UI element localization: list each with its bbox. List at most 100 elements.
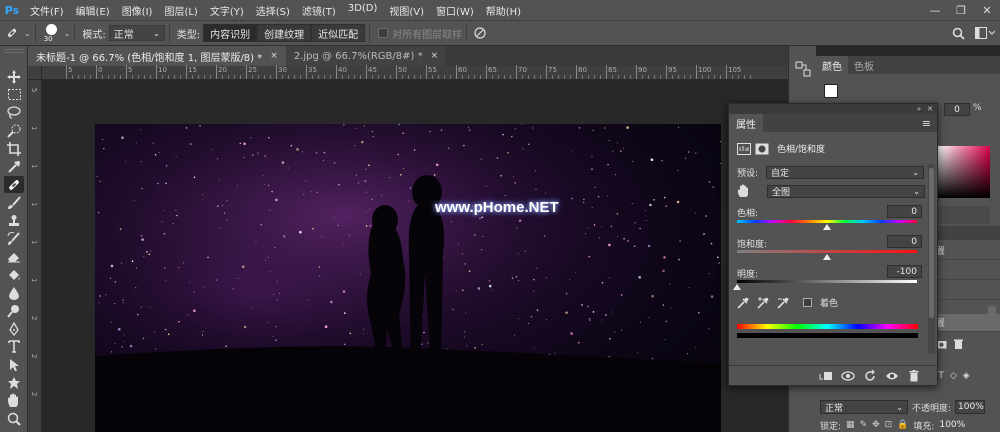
search-icon[interactable] <box>946 23 970 43</box>
hue-slider-thumb[interactable] <box>823 224 831 230</box>
paint-bucket-tool-icon[interactable] <box>4 266 24 283</box>
lightness-field[interactable]: -100 <box>887 265 922 278</box>
fill-field[interactable]: 100% <box>939 420 965 430</box>
on-image-adjust-hand-icon[interactable] <box>737 184 751 198</box>
properties-titlebar[interactable]: » ✕ <box>729 104 937 114</box>
tab-properties[interactable]: 属性 <box>729 114 763 132</box>
saturation-slider-thumb[interactable] <box>823 254 831 260</box>
tool-preset-chevron-icon[interactable]: ⌄ <box>24 29 31 38</box>
pressure-size-icon[interactable] <box>471 24 489 42</box>
delete-adjustment-icon[interactable] <box>905 369 923 383</box>
layer-row[interactable] <box>928 262 1000 280</box>
filter-shape-icon[interactable]: ◇ <box>950 371 957 381</box>
move-tool-icon[interactable] <box>4 68 24 85</box>
menu-image[interactable]: 图像(I) <box>116 3 159 18</box>
reset-icon[interactable] <box>861 369 879 383</box>
document-tab-untitled[interactable]: 未标题-1 @ 66.7% (色相/饱和度 1, 图层蒙版/8) * × <box>28 46 286 66</box>
lock-position-icon[interactable]: ✥ <box>872 420 880 430</box>
menu-type[interactable]: 文字(Y) <box>204 3 250 18</box>
menu-edit[interactable]: 编辑(E) <box>70 3 116 18</box>
spot-healing-brush-tool-icon[interactable] <box>4 176 24 193</box>
menu-filter[interactable]: 滤镜(T) <box>296 3 342 18</box>
panel-menu-icon[interactable]: ≡ <box>916 114 937 132</box>
menu-file[interactable]: 文件(F) <box>24 3 70 18</box>
mode-select[interactable]: 正常 ⌄ <box>108 25 165 41</box>
marquee-tool-icon[interactable] <box>4 86 24 103</box>
lasso-tool-icon[interactable] <box>4 104 24 121</box>
color-value-field[interactable]: 0 <box>944 103 970 116</box>
lock-transparent-icon[interactable]: ▦ <box>846 420 855 430</box>
saturation-slider-track[interactable] <box>737 250 917 253</box>
close-panel-icon[interactable]: ✕ <box>927 105 933 113</box>
view-previous-state-icon[interactable] <box>839 369 857 383</box>
menu-3d[interactable]: 3D(D) <box>342 3 384 18</box>
collapse-panel-icon[interactable]: » <box>917 105 921 113</box>
workspace-switcher-icon[interactable] <box>970 23 1000 43</box>
toolbar-grip[interactable] <box>4 49 24 53</box>
history-brush-tool-icon[interactable] <box>4 230 24 247</box>
preset-select[interactable]: 自定 ⌄ <box>766 166 925 179</box>
filter-type-icon[interactable]: T <box>938 371 944 381</box>
hue-slider-track[interactable] <box>737 220 917 223</box>
foreground-color-swatch[interactable] <box>824 84 838 98</box>
content-aware-button[interactable]: 内容识别 <box>203 24 258 42</box>
adjustment-layer-icon[interactable] <box>737 142 751 155</box>
tab-color[interactable]: 颜色 <box>816 56 848 74</box>
menu-select[interactable]: 选择(S) <box>250 3 296 18</box>
pen-tool-icon[interactable] <box>4 320 24 337</box>
menu-view[interactable]: 视图(V) <box>383 3 430 18</box>
crop-tool-icon[interactable] <box>4 140 24 157</box>
brush-tool-icon[interactable] <box>4 194 24 211</box>
hand-tool-icon[interactable] <box>4 392 24 409</box>
horizontal-ruler[interactable]: 5 0 5 10 15 20 25 30 35 40 45 50 55 60 65 70 75 80 85 90 95 1… <box>28 65 788 80</box>
lock-all-icon[interactable]: 🔒 <box>897 420 908 430</box>
properties-scrollbar-thumb[interactable] <box>929 168 934 318</box>
type-tool-icon[interactable] <box>4 338 24 355</box>
layer-mask-icon[interactable] <box>755 143 769 155</box>
proximity-match-button[interactable]: 近似匹配 <box>311 24 366 42</box>
document-tab-2jpg[interactable]: 2.jpg @ 66.7%(RGB/8#) * × <box>285 46 447 66</box>
custom-shape-tool-icon[interactable] <box>4 374 24 391</box>
brush-preset-picker[interactable]: 30 <box>40 22 64 44</box>
ruler-origin[interactable] <box>28 66 42 80</box>
filter-smart-icon[interactable]: ◈ <box>963 371 970 381</box>
healing-brush-icon[interactable] <box>0 23 24 43</box>
lock-image-icon[interactable]: ✎ <box>860 420 868 430</box>
close-tab-icon[interactable]: × <box>270 51 278 61</box>
close-tab-icon[interactable]: × <box>431 51 439 61</box>
channel-select[interactable]: 全图 ⌄ <box>767 184 925 198</box>
minimize-button[interactable]: — <box>922 0 948 20</box>
tab-swatches[interactable]: 色板 <box>848 56 880 74</box>
lock-artboard-icon[interactable]: ⊡ <box>885 420 893 430</box>
colorize-checkbox[interactable] <box>803 298 812 307</box>
opacity-field[interactable]: 100% <box>955 400 986 414</box>
clone-stamp-tool-icon[interactable] <box>4 212 24 229</box>
eraser-tool-icon[interactable] <box>4 248 24 265</box>
properties-panel-icon[interactable] <box>794 60 812 78</box>
eyedropper-plus-icon[interactable] <box>757 296 769 309</box>
lightness-slider-track[interactable] <box>737 280 917 283</box>
saturation-field[interactable]: 0 <box>887 235 922 248</box>
hue-field[interactable]: 0 <box>887 205 922 218</box>
menu-layer[interactable]: 图层(L) <box>158 3 203 18</box>
dodge-tool-icon[interactable] <box>4 302 24 319</box>
sample-all-layers-checkbox[interactable] <box>378 28 389 38</box>
menu-window[interactable]: 窗口(W) <box>430 3 480 18</box>
zoom-tool-icon[interactable] <box>4 410 24 427</box>
eyedropper-minus-icon[interactable] <box>777 297 789 309</box>
toggle-visibility-icon[interactable] <box>883 369 901 383</box>
vertical-ruler[interactable]: 5 1 1 1 1 1 2 2 2 <box>28 80 42 432</box>
path-selection-tool-icon[interactable] <box>4 356 24 373</box>
eyedropper-tool-icon[interactable] <box>4 158 24 175</box>
layers-scrollbar-thumb[interactable] <box>988 306 996 326</box>
clip-to-layer-icon[interactable] <box>817 369 835 383</box>
create-texture-button[interactable]: 创建纹理 <box>257 24 312 42</box>
layer-row[interactable]: 置 <box>928 242 1000 260</box>
eyedropper-icon[interactable] <box>737 297 749 309</box>
blend-mode-select[interactable]: 正常 ⌄ <box>820 400 908 414</box>
color-spectrum-field[interactable] <box>938 146 990 198</box>
trash-icon[interactable] <box>953 339 964 349</box>
blur-tool-icon[interactable] <box>4 284 24 301</box>
menu-help[interactable]: 帮助(H) <box>480 3 527 18</box>
layer-row[interactable] <box>928 282 1000 300</box>
